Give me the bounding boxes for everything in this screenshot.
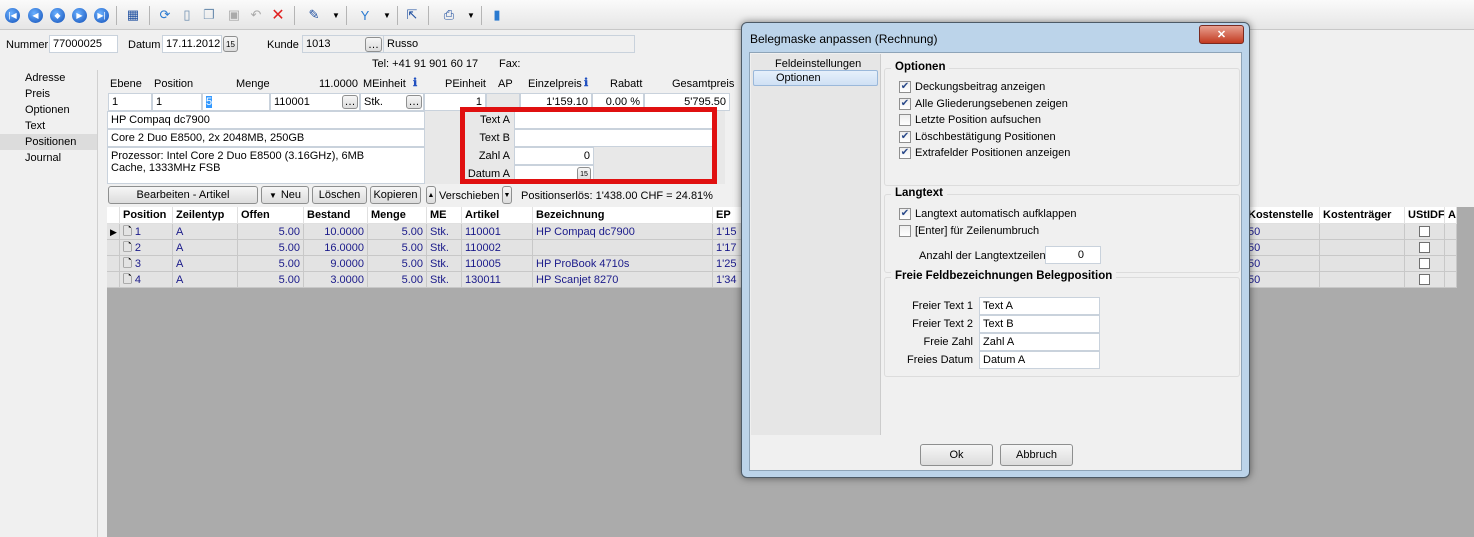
langtext-title: Langtext (891, 187, 947, 199)
checkbox-unchecked-icon[interactable] (899, 114, 911, 126)
checkbox-label: Alle Gliederungsebenen zeigen (915, 97, 1068, 110)
checkbox-label: Extrafelder Positionen anzeigen (915, 147, 1071, 159)
option-checkbox[interactable]: ✔ Deckungsbeitrag anzeigen (899, 81, 1045, 93)
checkbox-label: [Enter] für Zeilenumbruch (915, 224, 1040, 237)
freie-input[interactable]: Text A (979, 297, 1100, 315)
dialog-nav-feldeinstellungen[interactable]: Feldeinstellungen (751, 54, 880, 70)
option-checkbox[interactable]: ✔ Langtext automatisch aufklappen (899, 208, 1076, 220)
dialog-nav: Feldeinstellungen Optionen (751, 54, 881, 435)
freie-label: Freie Zahl (923, 336, 973, 348)
dialog-body: Feldeinstellungen Optionen Optionen ✔ Dec… (749, 52, 1242, 471)
freie-group: Freie Feldbezeichnungen Belegposition Fr… (884, 270, 1240, 377)
checkbox-label: Deckungsbeitrag anzeigen (915, 81, 1046, 93)
checkbox-checked-icon[interactable]: ✔ (899, 97, 911, 110)
option-checkbox[interactable]: Letzte Position aufsuchen (899, 114, 1041, 126)
checkbox-label: Letzte Position aufsuchen (915, 114, 1041, 126)
dialog-nav-optionen[interactable]: Optionen (753, 70, 878, 86)
langtextzeilen-label: Anzahl der Langtextzeilen (919, 250, 1046, 262)
option-checkbox[interactable]: ✔ Löschbestätigung Positionen (899, 130, 1056, 143)
checkbox-checked-icon[interactable]: ✔ (899, 130, 911, 143)
freie-label: Freier Text 2 (912, 318, 973, 330)
langtextzeilen-stepper[interactable]: 0 (1045, 246, 1101, 264)
freie-label: Freier Text 1 (912, 300, 973, 312)
abbruch-button[interactable]: Abbruch (1000, 444, 1073, 466)
checkbox-checked-icon[interactable]: ✔ (899, 208, 911, 220)
close-icon: ✕ (1216, 29, 1227, 41)
freie-title: Freie Feldbezeichnungen Belegposition (891, 270, 1117, 282)
checkbox-label: Löschbestätigung Positionen (915, 130, 1056, 143)
option-checkbox[interactable]: [Enter] für Zeilenumbruch (899, 224, 1040, 237)
dialog-title: Belegmaske anpassen (Rechnung) (750, 32, 938, 46)
freie-input[interactable]: Zahl A (979, 333, 1100, 351)
close-button[interactable]: ✕ (1199, 25, 1244, 44)
checkbox-checked-icon[interactable]: ✔ (899, 81, 911, 93)
checkbox-label: Langtext automatisch aufklappen (915, 208, 1077, 220)
option-checkbox[interactable]: ✔ Alle Gliederungsebenen zeigen (899, 97, 1068, 110)
freie-input[interactable]: Text B (979, 315, 1100, 333)
optionen-group: Optionen ✔ Deckungsbeitrag anzeigen ✔ Alle … (884, 61, 1240, 186)
langtext-group: Langtext ✔ Langtext automatisch aufklappe… (884, 187, 1240, 273)
ok-button[interactable]: Ok (920, 444, 993, 466)
freie-label: Freies Datum (906, 354, 973, 366)
annotation-arrow (740, 141, 886, 303)
checkbox-checked-icon[interactable]: ✔ (899, 147, 911, 159)
freie-input[interactable]: Datum A (979, 351, 1100, 369)
belegmaske-dialog: Belegmaske anpassen (Rechnung) ✕ Feldein… (741, 22, 1250, 478)
checkbox-unchecked-icon[interactable] (899, 224, 911, 237)
optionen-title: Optionen (891, 61, 950, 73)
option-checkbox[interactable]: ✔ Extrafelder Positionen anzeigen (899, 147, 1070, 159)
